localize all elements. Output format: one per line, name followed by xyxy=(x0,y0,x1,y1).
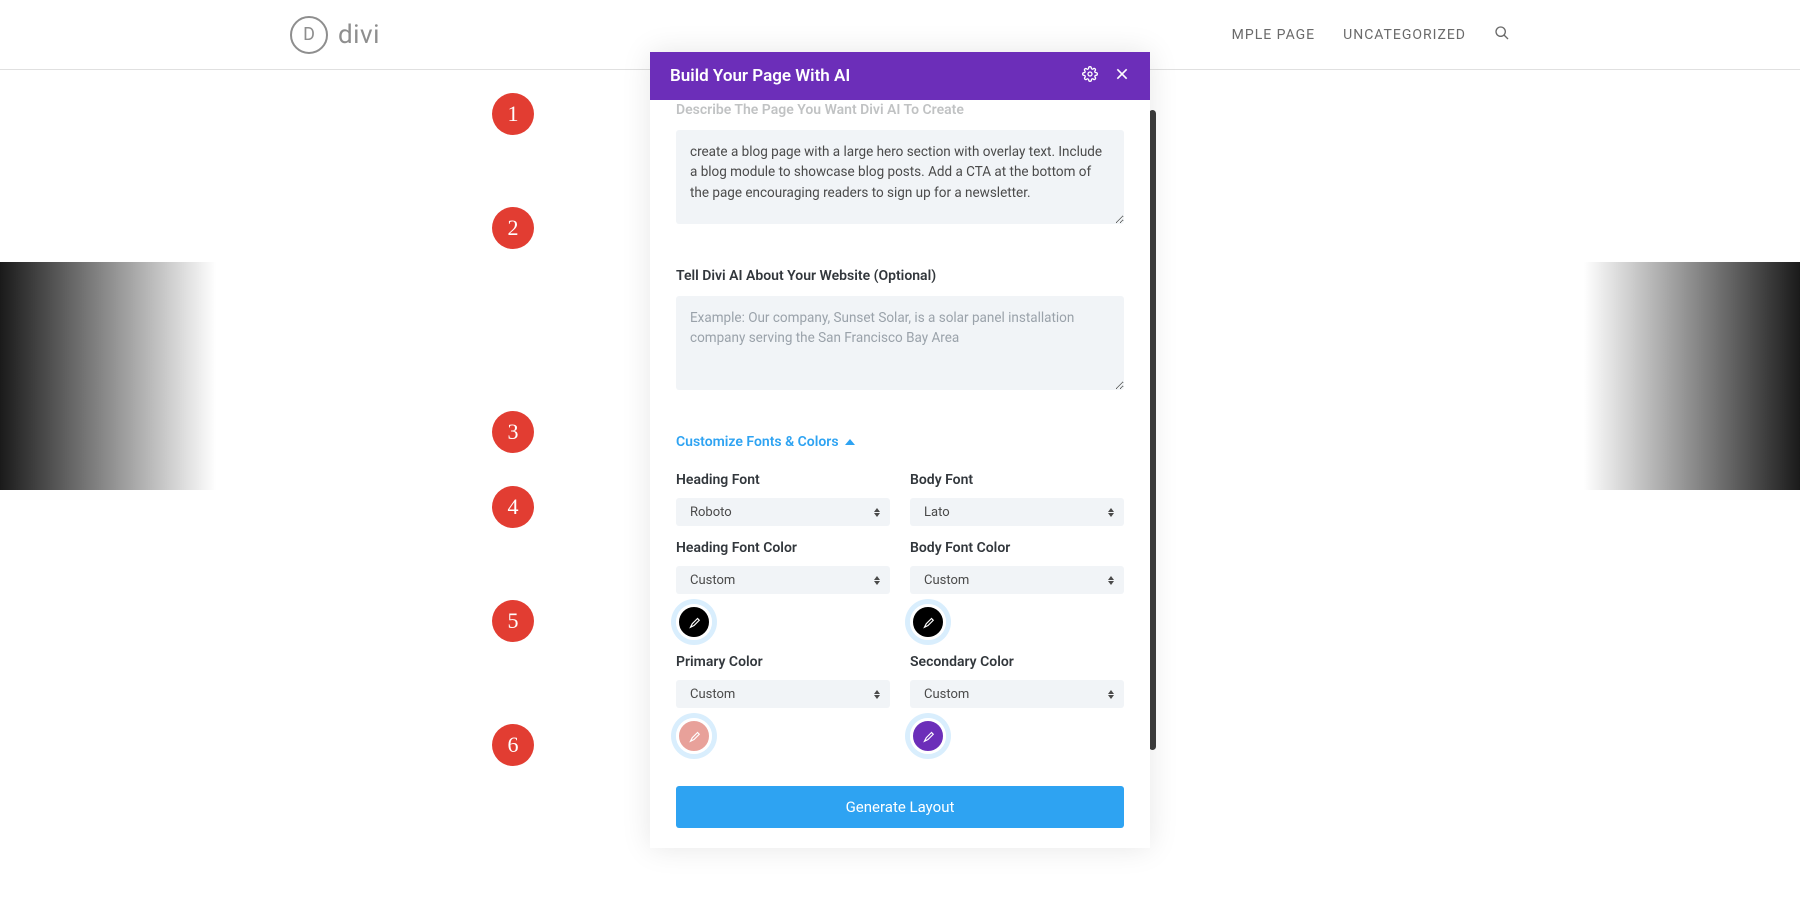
heading-font-color-swatch[interactable] xyxy=(676,604,712,640)
close-icon[interactable] xyxy=(1114,66,1130,86)
modal-scrollbar[interactable] xyxy=(1149,110,1156,750)
eyedropper-icon xyxy=(687,729,701,743)
annotation-4: 4 xyxy=(492,486,534,528)
heading-font-label: Heading Font xyxy=(676,472,890,488)
nav-sample-page[interactable]: MPLE PAGE xyxy=(1232,27,1315,43)
body-font-color-label: Body Font Color xyxy=(910,540,1124,556)
generate-layout-button[interactable]: Generate Layout xyxy=(676,786,1124,828)
primary-color-swatch[interactable] xyxy=(676,718,712,754)
body-font-color-select[interactable]: Custom xyxy=(910,566,1124,594)
primary-color-label: Primary Color xyxy=(676,654,890,670)
modal-header: Build Your Page With AI xyxy=(650,52,1150,100)
select-arrows-icon xyxy=(1108,508,1114,517)
heading-font-select[interactable]: Roboto xyxy=(676,498,890,526)
nav-links: MPLE PAGE UNCATEGORIZED xyxy=(1232,25,1510,45)
nav-uncategorized[interactable]: UNCATEGORIZED xyxy=(1343,27,1466,43)
secondary-color-value: Custom xyxy=(924,687,969,702)
customize-fonts-colors-toggle[interactable]: Customize Fonts & Colors xyxy=(676,434,1124,450)
annotation-3: 3 xyxy=(492,411,534,453)
logo[interactable]: D divi xyxy=(290,16,380,54)
modal-title: Build Your Page With AI xyxy=(670,66,1082,86)
select-arrows-icon xyxy=(874,508,880,517)
select-arrows-icon xyxy=(1108,690,1114,699)
primary-color-select[interactable]: Custom xyxy=(676,680,890,708)
search-icon[interactable] xyxy=(1494,25,1510,45)
describe-label: Describe The Page You Want Divi AI To Cr… xyxy=(676,102,1124,118)
heading-font-value: Roboto xyxy=(690,505,732,520)
eyedropper-icon xyxy=(921,729,935,743)
describe-textarea[interactable] xyxy=(676,130,1124,224)
logo-icon: D xyxy=(290,16,328,54)
body-font-color-value: Custom xyxy=(924,573,969,588)
annotation-5: 5 xyxy=(492,600,534,642)
eyedropper-icon xyxy=(921,615,935,629)
caret-up-icon xyxy=(845,439,855,445)
select-arrows-icon xyxy=(874,690,880,699)
annotation-1: 1 xyxy=(492,93,534,135)
primary-color-value: Custom xyxy=(690,687,735,702)
select-arrows-icon xyxy=(1108,576,1114,585)
heading-font-color-label: Heading Font Color xyxy=(676,540,890,556)
eyedropper-icon xyxy=(687,615,701,629)
body-font-select[interactable]: Lato xyxy=(910,498,1124,526)
ai-builder-modal: Build Your Page With AI Describe The Pag… xyxy=(650,52,1150,848)
about-label: Tell Divi AI About Your Website (Optiona… xyxy=(676,268,1124,284)
customize-link-text: Customize Fonts & Colors xyxy=(676,434,839,450)
body-font-value: Lato xyxy=(924,505,950,520)
annotation-2: 2 xyxy=(492,207,534,249)
body-font-label: Body Font xyxy=(910,472,1124,488)
body-font-color-swatch[interactable] xyxy=(910,604,946,640)
about-textarea[interactable] xyxy=(676,296,1124,390)
logo-text: divi xyxy=(338,20,380,50)
secondary-color-label: Secondary Color xyxy=(910,654,1124,670)
heading-font-color-value: Custom xyxy=(690,573,735,588)
annotation-6: 6 xyxy=(492,724,534,766)
select-arrows-icon xyxy=(874,576,880,585)
heading-font-color-select[interactable]: Custom xyxy=(676,566,890,594)
secondary-color-swatch[interactable] xyxy=(910,718,946,754)
secondary-color-select[interactable]: Custom xyxy=(910,680,1124,708)
gear-icon[interactable] xyxy=(1082,66,1098,86)
